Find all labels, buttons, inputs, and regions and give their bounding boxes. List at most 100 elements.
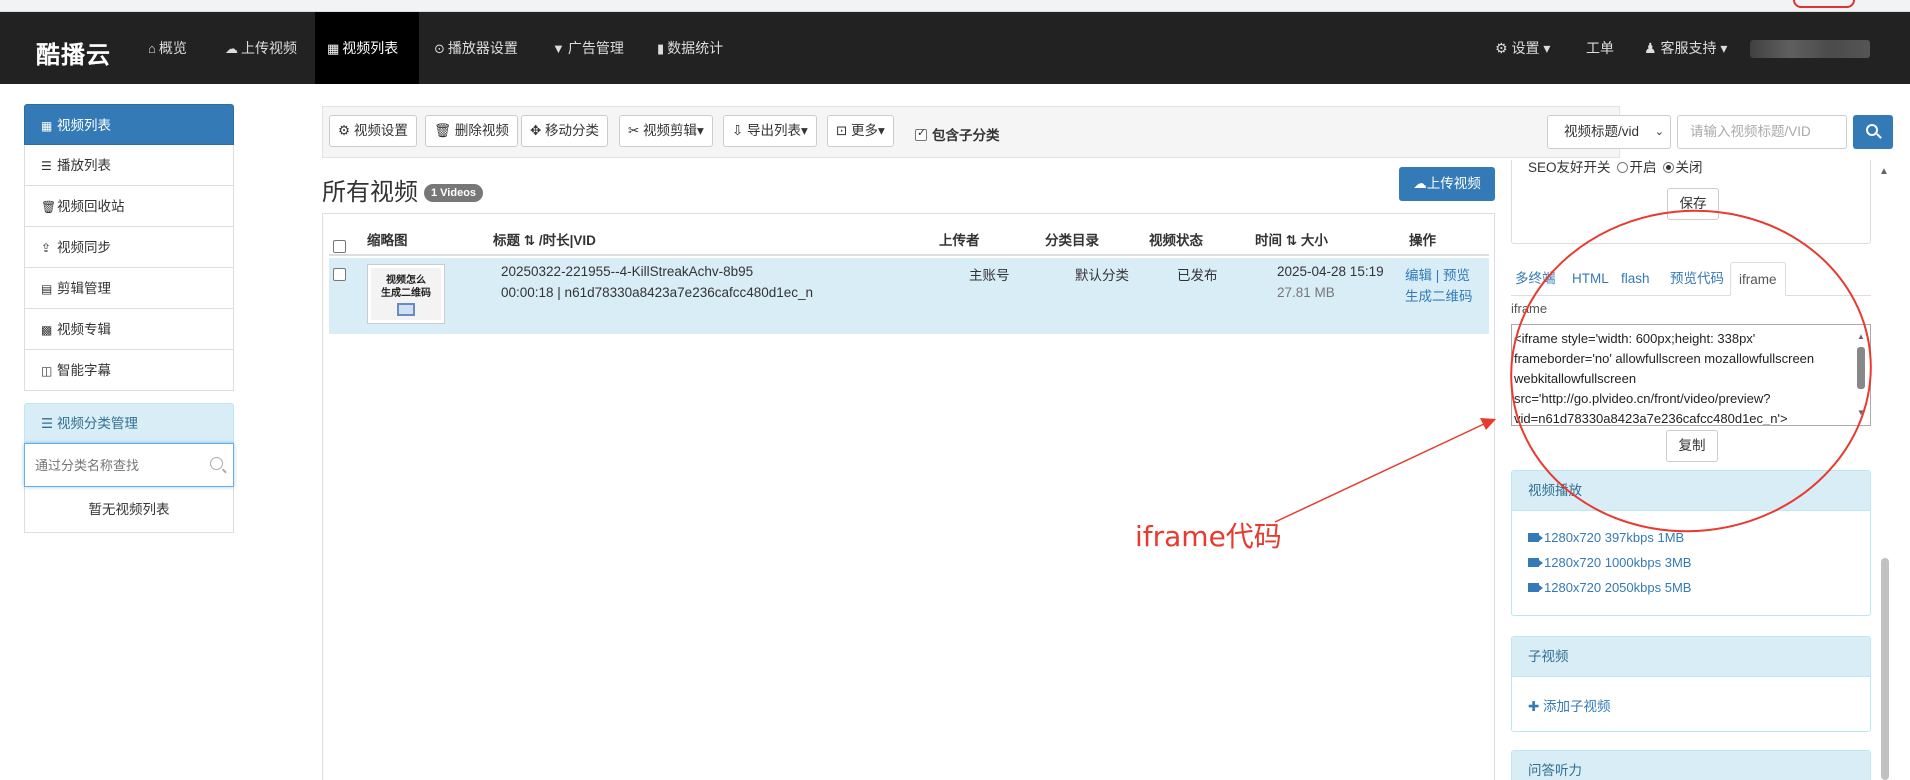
nav-label: 广告管理 (567, 40, 624, 56)
sidebar-item-recycle-bin[interactable]: 🗑视频回收站 (24, 186, 234, 227)
nav-upload-video[interactable]: ☁ 上传视频 (213, 12, 309, 84)
category-search-input[interactable] (25, 444, 195, 486)
move-category-button[interactable]: ✥ 移动分类 (521, 115, 609, 147)
row-actions: 编辑 | 预览 (1405, 264, 1470, 284)
iframe-label: iframe (1511, 301, 1548, 316)
playback-link[interactable]: 1280x720 397kbps 1MB (1512, 525, 1870, 550)
upload-video-button[interactable]: ☁上传视频 (1399, 167, 1495, 201)
textarea-scrollbar[interactable]: ▲ ▼ (1854, 327, 1868, 423)
scroll-up-icon[interactable]: ▲ (1879, 166, 1889, 177)
video-search-input[interactable]: 请输入视频标题/VID (1677, 115, 1847, 149)
scrollbar-thumb[interactable] (1857, 347, 1865, 389)
sidebar-item-clip-management[interactable]: ▤ 剪辑管理 (24, 268, 234, 309)
sidebar-item-label: 剪辑管理 (57, 281, 111, 296)
nav-player-settings[interactable]: ⊙ 播放器设置 (422, 12, 530, 84)
row-checkbox[interactable] (333, 268, 346, 284)
search-icon (1866, 124, 1878, 136)
annotation-label: iframe代码 (1135, 520, 1282, 553)
nav-overview[interactable]: ⌂ 概览 (136, 12, 199, 84)
page-scrollbar[interactable]: ▲ (1878, 160, 1892, 780)
col-category: 分类目录 (1045, 233, 1099, 248)
user-account-blurred[interactable] (1750, 40, 1870, 58)
nav-settings-dropdown[interactable]: ⚙ 设置 ▾ (1483, 12, 1562, 84)
playback-link[interactable]: 1280x720 1000kbps 3MB (1512, 550, 1870, 575)
play-circle-icon: ⊙ (434, 41, 445, 56)
qa-panel: 问答听力 (1511, 750, 1871, 780)
save-button[interactable]: 保存 (1667, 188, 1719, 220)
sidebar-item-label: 播放列表 (57, 158, 111, 173)
include-subcategory-checkbox[interactable]: 包含子分类 (915, 124, 1000, 144)
playback-link[interactable]: 1280x720 2050kbps 5MB (1512, 575, 1870, 600)
brand-logo[interactable]: 酷播云 (36, 35, 111, 70)
seo-off-radio[interactable] (1662, 162, 1674, 173)
clip-icon: ▤ (41, 282, 53, 296)
tab-preview-code[interactable]: 预览代码 (1670, 262, 1724, 296)
copy-button[interactable]: 复制 (1666, 430, 1718, 462)
bar-chart-icon: ▮ (657, 41, 665, 56)
sidebar-item-smart-subtitle[interactable]: ◫ 智能字幕 (24, 350, 234, 391)
seo-label: SEO友好开关 (1528, 160, 1611, 175)
iframe-code-textarea[interactable]: <iframe style='width: 600px;height: 338p… (1511, 324, 1871, 426)
sidebar-item-label: 视频列表 (57, 118, 111, 133)
nav-label: 播放器设置 (447, 40, 518, 56)
browser-profile-pill[interactable] (1793, 0, 1855, 8)
video-settings-button[interactable]: ⚙ 视频设置 (329, 115, 417, 147)
code-line: src='http://go.plvideo.cn/front/video/pr… (1514, 391, 1771, 406)
col-actions: 操作 (1409, 233, 1436, 248)
playback-link-text: 1280x720 1000kbps 3MB (1544, 555, 1692, 570)
video-status: 已发布 (1177, 268, 1218, 283)
scrollbar-thumb[interactable] (1881, 558, 1889, 780)
category-search-box[interactable] (24, 443, 234, 487)
code-line: vid=n61d78330a8423a7e236cafcc480d1ec_n'> (1514, 411, 1788, 426)
seo-on-radio[interactable] (1616, 162, 1628, 173)
top-navbar: 酷播云 ⌂ 概览 ☁ 上传视频 ▦ 视频列表 ⊙ 播放器设置 ▼ 广告管理 ▮ 数据统计 ⚙… (0, 12, 1910, 84)
scroll-down-icon[interactable]: ▼ (1857, 403, 1865, 423)
search-button[interactable] (1853, 115, 1893, 149)
action-separator: | (1432, 268, 1444, 283)
add-sub-video-link[interactable]: ✚ 添加子视频 (1512, 677, 1870, 733)
tab-multi-terminal[interactable]: 多终端 (1515, 262, 1556, 296)
video-table: 缩略图 标题 ⇅ /时长|VID 上传者 分类目录 视频状态 时间 ⇅ 大小 操… (322, 213, 1495, 780)
video-size: 27.81 MB (1277, 285, 1335, 300)
table-row[interactable]: 视频怎么 生成二维码 20250322-221955--4-KillStreak… (329, 258, 1489, 334)
delete-video-button[interactable]: 🗑 删除视频 (425, 115, 518, 147)
preview-link[interactable]: 预览 (1443, 268, 1470, 283)
checkbox-checked[interactable] (915, 126, 927, 141)
sidebar-item-video-album[interactable]: ▩ 视频专辑 (24, 309, 234, 350)
nav-ticket[interactable]: 工单 (1574, 12, 1626, 84)
more-dropdown[interactable]: ⊡ 更多▾ (827, 115, 894, 147)
checkbox[interactable] (333, 268, 346, 281)
col-time-size-sortable[interactable]: 时间 ⇅ 大小 (1255, 229, 1328, 249)
search-field-select[interactable]: 视频标题/vid ⌄ (1547, 115, 1671, 149)
sidebar-item-label: 视频回收站 (57, 199, 125, 214)
video-count-badge: 1 Videos (424, 184, 484, 202)
col-title-sortable[interactable]: 标题 ⇅ /时长|VID (493, 229, 596, 249)
scroll-up-icon[interactable]: ▲ (1857, 327, 1865, 347)
sidebar-item-label: 智能字幕 (57, 363, 111, 378)
nav-label: 视频列表 (342, 40, 399, 56)
generate-qrcode-link[interactable]: 生成二维码 (1405, 285, 1473, 305)
nav-statistics[interactable]: ▮ 数据统计 (645, 12, 735, 84)
sidebar-item-video-sync[interactable]: ⇪ 视频同步 (24, 227, 234, 268)
category-management-header[interactable]: ☰ 视频分类管理 (24, 403, 234, 443)
nav-video-list[interactable]: ▦ 视频列表 (315, 12, 419, 84)
nav-ad-management[interactable]: ▼ 广告管理 (540, 12, 636, 84)
edit-link[interactable]: 编辑 (1405, 268, 1432, 283)
video-duration-vid: 00:00:18 | n61d78330a8423a7e236cafcc480d… (501, 285, 814, 300)
sidebar: ▦ 视频列表 ☰ 播放列表 🗑视频回收站 ⇪ 视频同步 ▤ 剪辑管理 ▩ 视频专辑 ◫ 智能… (24, 104, 234, 533)
code-line: <iframe style='width: 600px;height: 338p… (1514, 331, 1756, 346)
sidebar-item-video-list[interactable]: ▦ 视频列表 (24, 104, 234, 145)
tab-flash[interactable]: flash (1621, 262, 1650, 296)
video-camera-icon (1528, 583, 1543, 592)
video-thumbnail[interactable]: 视频怎么 生成二维码 (367, 264, 445, 324)
tab-iframe[interactable]: iframe (1730, 262, 1786, 296)
tab-html[interactable]: HTML (1572, 262, 1609, 296)
export-list-dropdown[interactable]: ⇩ 导出列表▾ (723, 115, 817, 147)
nav-label: 数据统计 (667, 40, 724, 56)
search-icon[interactable] (210, 457, 223, 470)
sidebar-item-playlist[interactable]: ☰ 播放列表 (24, 145, 234, 186)
video-clip-dropdown[interactable]: ✂ 视频剪辑▾ (619, 115, 713, 147)
playback-link-text: 1280x720 397kbps 1MB (1544, 530, 1685, 545)
checkbox[interactable] (333, 240, 346, 253)
nav-support-dropdown[interactable]: ♟ 客服支持 ▾ (1632, 12, 1739, 84)
